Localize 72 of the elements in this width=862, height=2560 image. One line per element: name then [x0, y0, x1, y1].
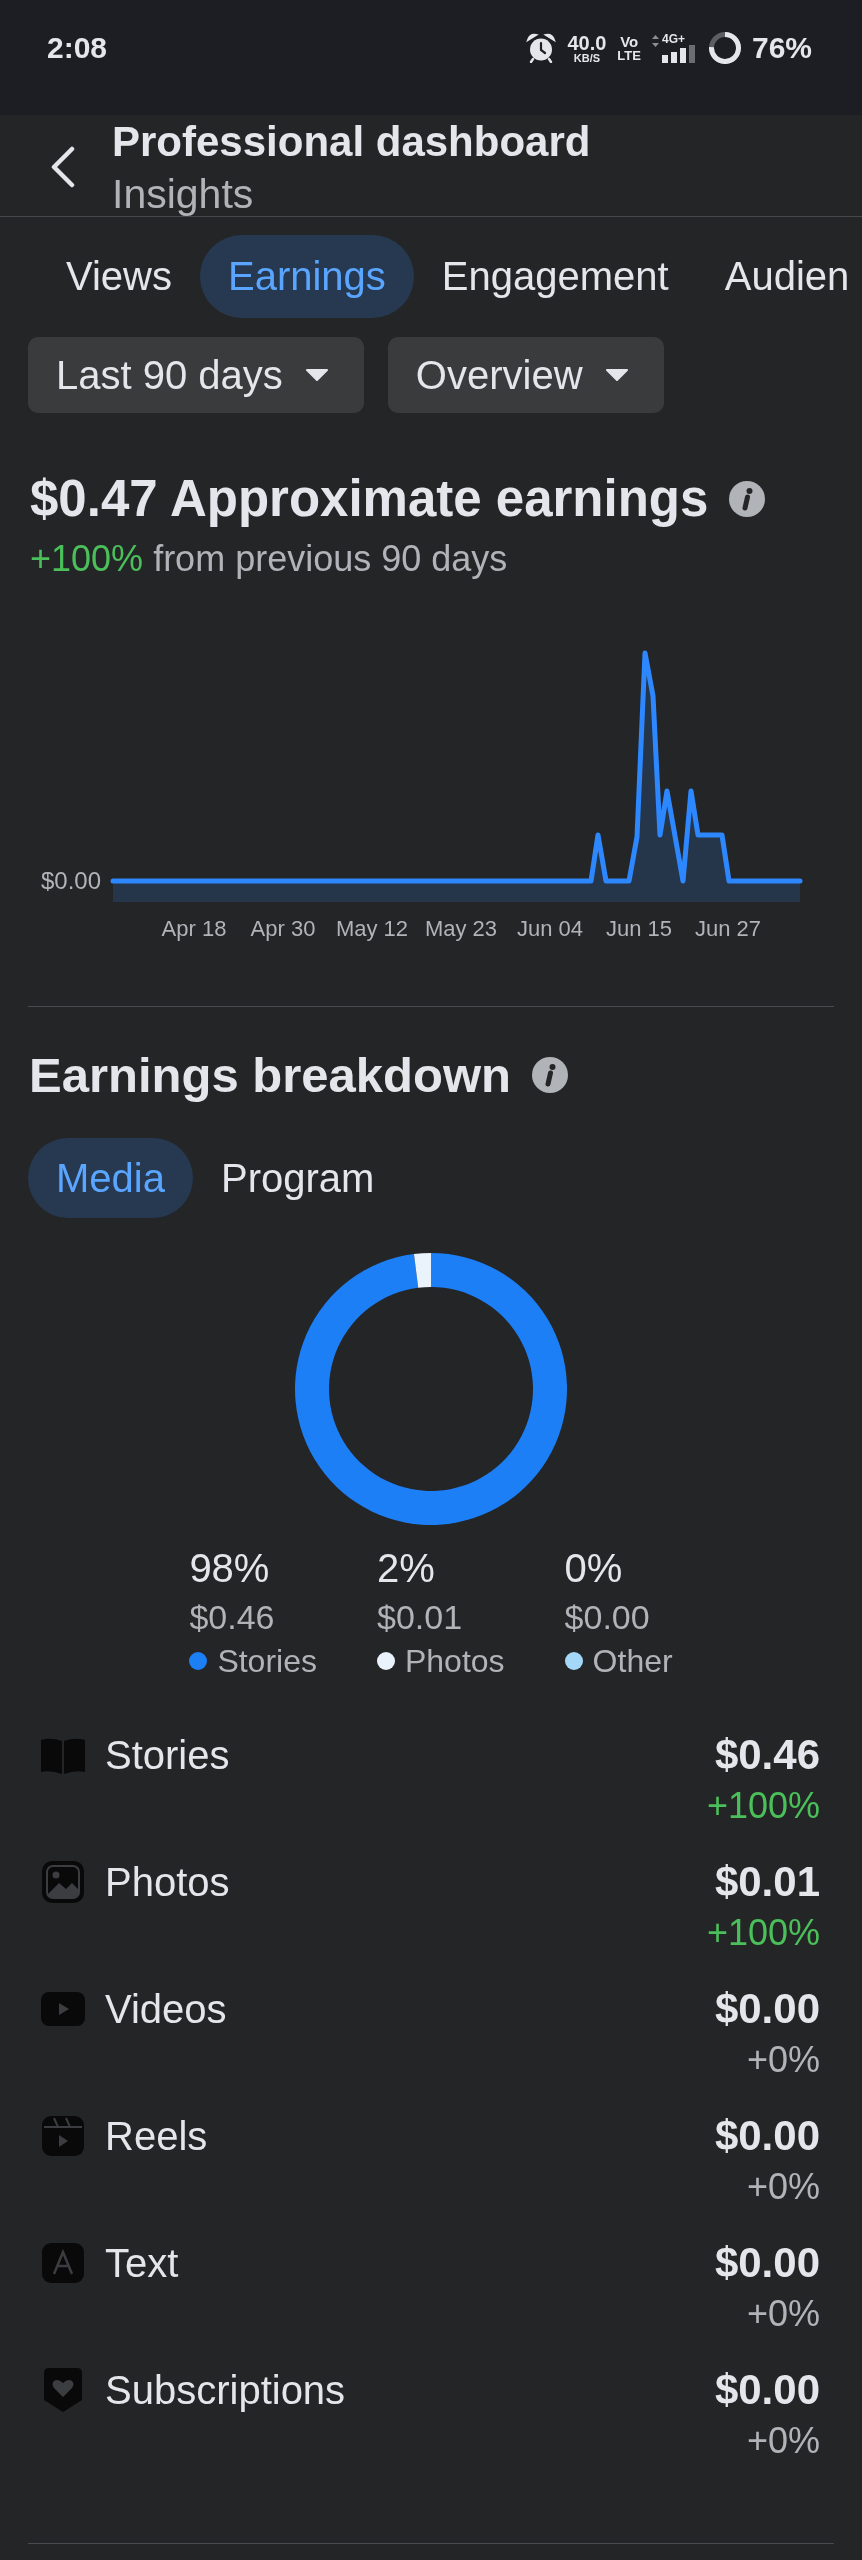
letter-tile-icon [42, 2243, 84, 2283]
item-label: Text [105, 2240, 179, 2287]
item-amount: $0.00 [714, 1984, 820, 2034]
item-change: +0% [746, 2038, 820, 2082]
legend-label: Photos [404, 1642, 505, 1680]
item-amount: $0.00 [714, 2365, 820, 2415]
item-change: +0% [746, 2419, 820, 2463]
alarm-clock-icon [526, 33, 557, 63]
legend-amount: $0.46 [189, 1597, 275, 1637]
page-subtitle: Insights [112, 172, 255, 216]
item-amount: $0.46 [714, 1730, 820, 1780]
battery-percent: 76% [751, 31, 812, 65]
item-amount: $0.01 [714, 1857, 820, 1907]
item-label: Reels [105, 2113, 208, 2160]
legend-percent: 0% [564, 1545, 623, 1591]
x-axis-label: Apr 30 [250, 916, 316, 941]
back-button[interactable] [50, 146, 76, 188]
change-percent: +100% [30, 538, 144, 579]
x-axis-label: Jun 04 [516, 916, 584, 941]
filter-dropdown[interactable]: Overview [387, 337, 664, 413]
chevron-left-icon [50, 146, 76, 188]
item-change: +100% [706, 1784, 820, 1828]
network-type: 4G+ [661, 33, 685, 45]
signal-bars-icon [661, 45, 698, 63]
tab[interactable]: Views [38, 235, 200, 318]
tab[interactable]: Engagement [413, 235, 697, 318]
x-axis-label: Apr 18 [161, 916, 227, 941]
x-axis-label: Jun 15 [605, 916, 673, 941]
item-label: Subscriptions [105, 2367, 346, 2414]
network-speed: 40.0 [567, 32, 607, 53]
tab[interactable]: Media [28, 1138, 193, 1218]
legend-percent: 98% [189, 1545, 270, 1591]
image-icon [42, 1861, 84, 1903]
x-axis-label: Jun 27 [694, 916, 762, 941]
earnings-headline: $0.47 Approximate earnings [30, 470, 709, 528]
tab[interactable]: Audien [696, 235, 862, 318]
legend-amount: $0.01 [376, 1597, 463, 1637]
x-axis-label: May 23 [424, 916, 498, 941]
filter-dropdown[interactable]: Last 90 days [28, 337, 364, 413]
tab[interactable]: Earnings [200, 235, 414, 318]
x-axis-label: May 12 [335, 916, 409, 941]
caret-down-icon [305, 369, 328, 381]
heart-shield-icon [44, 2368, 82, 2412]
page-title: Professional dashboard [112, 118, 591, 166]
status-time: 2:08 [47, 31, 108, 65]
legend-percent: 2% [376, 1545, 435, 1591]
book-icon [41, 1736, 85, 1774]
caret-down-icon [605, 369, 628, 381]
video-play-icon [41, 1992, 85, 2026]
legend-label: Stories [217, 1642, 317, 1680]
item-change: +0% [746, 2165, 820, 2209]
network-speed-unit: KB/S [573, 52, 601, 64]
volte-label: LTE [617, 49, 641, 62]
item-label: Stories [105, 1732, 230, 1779]
item-amount: $0.00 [714, 2111, 820, 2161]
legend-amount: $0.00 [564, 1597, 650, 1637]
item-amount: $0.00 [714, 2238, 820, 2288]
section-title: Earnings breakdown [29, 1047, 511, 1103]
data-arrows-icon [651, 35, 659, 47]
item-change: +0% [746, 2292, 820, 2336]
legend-label: Other [592, 1642, 673, 1680]
info-icon[interactable] [531, 1057, 568, 1093]
tab[interactable]: Program [192, 1138, 403, 1218]
y-axis-label: $0.00 [40, 867, 101, 894]
volte-label: Vo [620, 34, 639, 49]
item-label: Videos [105, 1986, 227, 2033]
info-icon[interactable] [729, 481, 766, 517]
battery-ring-icon [708, 32, 741, 64]
comparison-text: from previous 90 days [153, 538, 508, 579]
item-change: +100% [706, 1911, 820, 1955]
item-label: Photos [105, 1859, 230, 1906]
clapperboard-play-icon [42, 2116, 84, 2156]
